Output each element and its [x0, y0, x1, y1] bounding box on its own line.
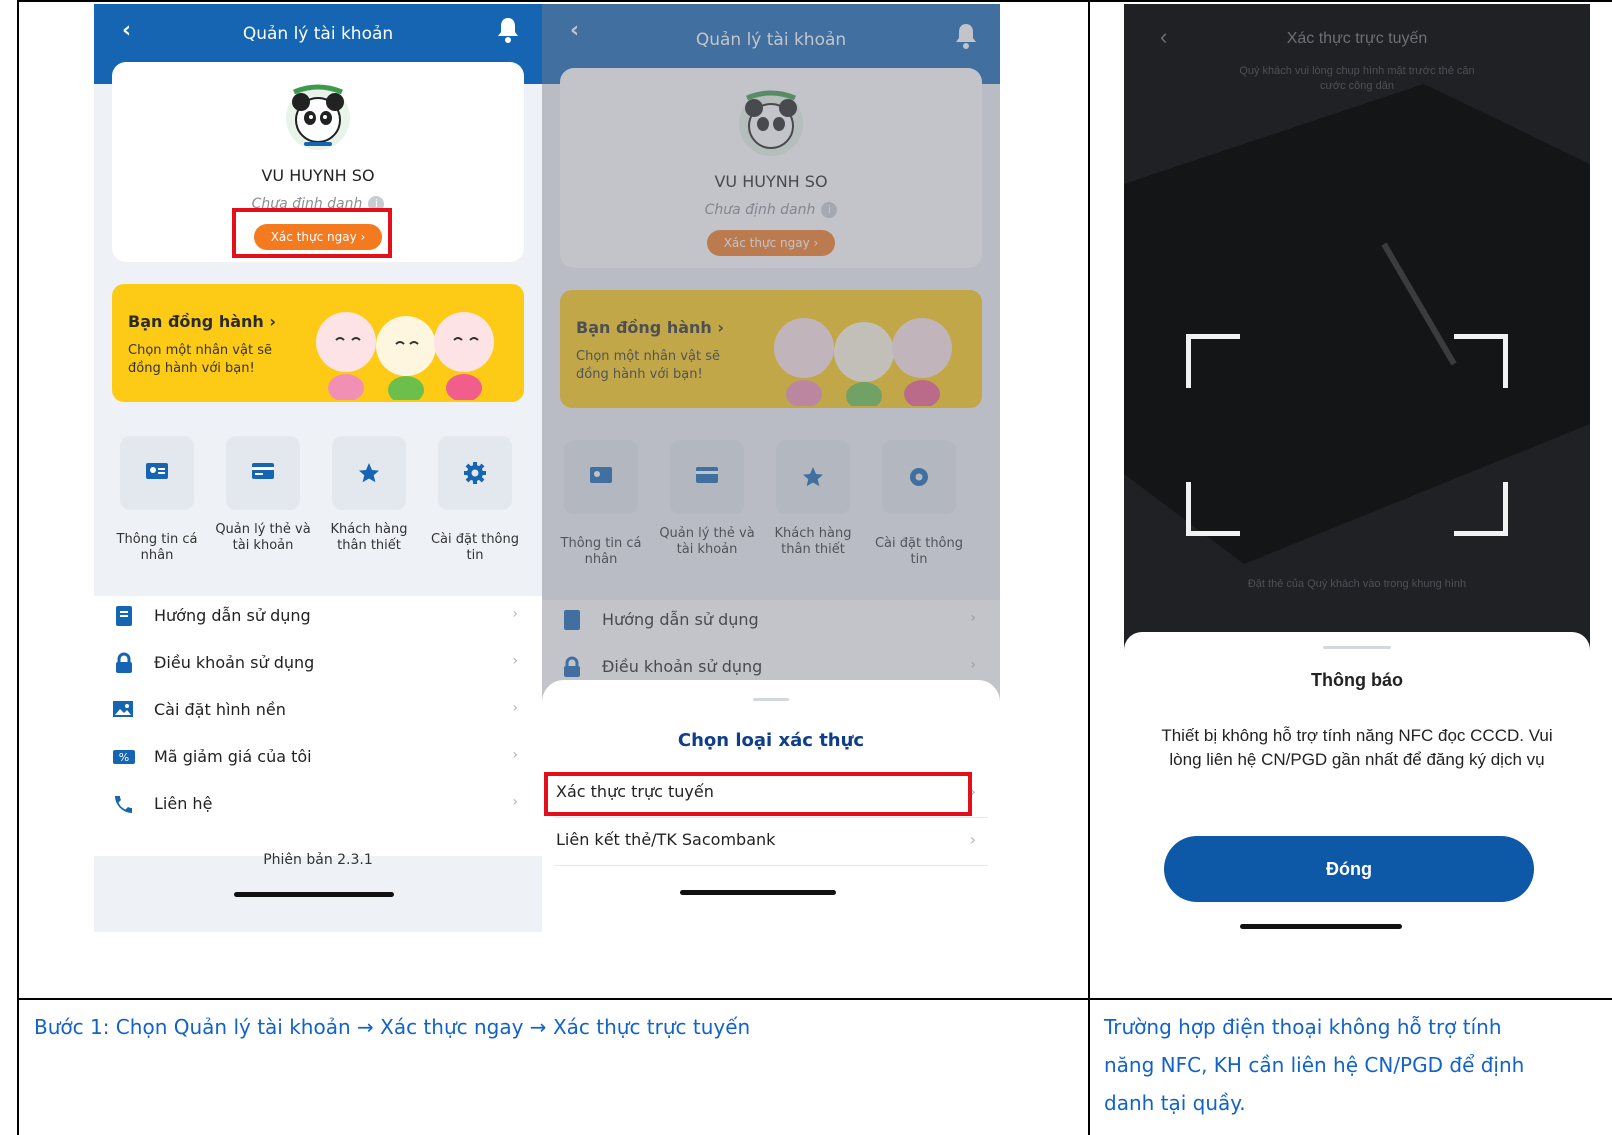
- caption-verify-now: Xác thực ngay: [380, 1015, 524, 1039]
- table-border-row: [17, 998, 1612, 1000]
- chevron-right-icon: ›: [512, 606, 518, 622]
- highlight-box-online: [544, 772, 972, 816]
- sheet-handle[interactable]: [753, 698, 789, 701]
- chevron-right-icon: ›: [512, 700, 518, 716]
- document-page: ‹ Quản lý tài khoản VU HUYNH SO Chưa địn…: [0, 0, 1612, 1135]
- divider: [554, 817, 988, 818]
- header-title: Quản lý tài khoản: [242, 24, 394, 44]
- quick-action-loyalty[interactable]: [332, 436, 406, 510]
- companion-title: Bạn đồng hành ›: [128, 312, 276, 331]
- quick-action-cards[interactable]: [226, 436, 300, 510]
- home-indicator: [234, 892, 394, 897]
- menu-label: Mã giảm giá của tôi: [154, 747, 312, 766]
- nfc-notice-dialog: Thông báo Thiết bị không hỗ trợ tính năn…: [1124, 632, 1590, 932]
- app-version: Phiên bản 2.3.1: [263, 852, 373, 868]
- sheet-handle[interactable]: [1323, 646, 1391, 649]
- screen-online-verification: ‹ Xác thực trực tuyến Quý khách vui lòng…: [1124, 4, 1590, 932]
- caption-menu-account: Quản lý tài khoản: [173, 1015, 351, 1039]
- note-line: Trường hợp điện thoại không hỗ trợ tính: [1104, 1015, 1502, 1039]
- frame-corner-br: [1454, 482, 1508, 536]
- camera-instruction: Quý khách vui lòng chụp hình mặt trước t…: [1239, 65, 1475, 92]
- companion-subtitle: Chọn một nhân vật sẽ đồng hành với bạn!: [128, 343, 272, 376]
- gear-icon: [464, 462, 486, 484]
- table-border-middle: [1088, 0, 1090, 1135]
- screen-verification-type: ‹ Quản lý tài khoản VU HUYNH SO Chưa địn…: [542, 4, 1000, 932]
- card-icon: [252, 463, 274, 479]
- note-line: năng NFC, KH cần liên hệ CN/PGD để định: [1104, 1053, 1525, 1077]
- lock-icon: [116, 652, 132, 673]
- book-icon: [116, 606, 132, 626]
- home-indicator: [1240, 924, 1402, 929]
- quick-action-settings[interactable]: [438, 436, 512, 510]
- frame-corner-tr: [1454, 334, 1508, 388]
- option-link-card[interactable]: Liên kết thẻ/TK Sacombank: [556, 830, 775, 849]
- settings-menu: Hướng dẫn sử dụng › Điều khoản sử dụng › C…: [94, 596, 542, 856]
- quick-action-label: Quản lý thẻ và tài khoản: [215, 522, 311, 553]
- percent-icon: %: [113, 750, 135, 764]
- table-border-top: [17, 0, 1612, 2]
- quick-action-label: Khách hàng thân thiết: [330, 522, 408, 553]
- menu-item-contact[interactable]: Liên hệ ›: [94, 784, 542, 830]
- step1-caption: Bước 1: Chọn Quản lý tài khoản → Xác thự…: [34, 1008, 750, 1046]
- bell-icon[interactable]: [496, 16, 520, 44]
- frame-hint: Đặt thẻ của Quý khách vào trong khung hì…: [1247, 578, 1467, 590]
- divider: [554, 865, 988, 866]
- phone-icon: [115, 796, 132, 813]
- menu-label: Điều khoản sử dụng: [154, 653, 315, 672]
- nfc-note-caption: Trường hợp điện thoại không hỗ trợ tính …: [1104, 1008, 1604, 1122]
- caption-online-verify: Xác thực trực tuyến: [552, 1015, 751, 1039]
- companion-banner[interactable]: Bạn đồng hành › Chọn một nhân vật sẽ đồn…: [112, 284, 524, 402]
- home-indicator: [680, 890, 836, 895]
- star-icon: [359, 463, 379, 483]
- note-line: danh tại quầy.: [1104, 1091, 1246, 1115]
- menu-item-vouchers[interactable]: % Mã giảm giá của tôi ›: [94, 737, 542, 783]
- screen-account-management: ‹ Quản lý tài khoản VU HUYNH SO Chưa địn…: [94, 4, 542, 932]
- quick-action-label: Cài đặt thông tin: [430, 532, 520, 563]
- menu-label: Liên hệ: [154, 794, 213, 813]
- chevron-right-icon: ›: [512, 653, 518, 669]
- avatar: [286, 84, 350, 150]
- chevron-right-icon: ›: [512, 747, 518, 763]
- step-label: Bước 1:: [34, 1015, 110, 1039]
- dialog-title: Thông báo: [1311, 670, 1403, 690]
- dialog-message: Thiết bị không hỗ trợ tính năng NFC đọc …: [1161, 726, 1553, 769]
- mascots-illustration: [316, 312, 494, 400]
- chevron-right-icon: ›: [969, 830, 976, 849]
- quick-action-personal-info[interactable]: [120, 436, 194, 510]
- menu-item-guide[interactable]: Hướng dẫn sử dụng ›: [94, 596, 542, 642]
- menu-label: Cài đặt hình nền: [154, 700, 286, 719]
- frame-corner-bl: [1186, 482, 1240, 536]
- id-card-icon: [146, 463, 168, 479]
- highlight-box-verify: [232, 208, 392, 258]
- close-button[interactable]: Đóng: [1164, 836, 1534, 902]
- table-border-left: [17, 0, 19, 1135]
- arrow-icon: →: [523, 1015, 553, 1039]
- chevron-right-icon: ›: [512, 794, 518, 810]
- menu-item-terms[interactable]: Điều khoản sử dụng ›: [94, 643, 542, 689]
- quick-action-label: Thông tin cá nhân: [116, 532, 198, 563]
- arrow-icon: →: [350, 1015, 381, 1039]
- sheet-title: Chọn loại xác thực: [677, 730, 865, 751]
- camera-preview: [1124, 4, 1590, 644]
- user-name: VU HUYNH SO: [261, 166, 375, 185]
- frame-corner-tl: [1186, 334, 1240, 388]
- menu-label: Hướng dẫn sử dụng: [154, 606, 311, 625]
- caption-text: Chọn: [109, 1015, 174, 1039]
- wallpaper-icon: [113, 701, 133, 717]
- menu-item-wallpaper[interactable]: Cài đặt hình nền ›: [94, 690, 542, 736]
- svg-text:%: %: [119, 751, 129, 764]
- camera-title: Xác thực trực tuyến: [1286, 30, 1428, 47]
